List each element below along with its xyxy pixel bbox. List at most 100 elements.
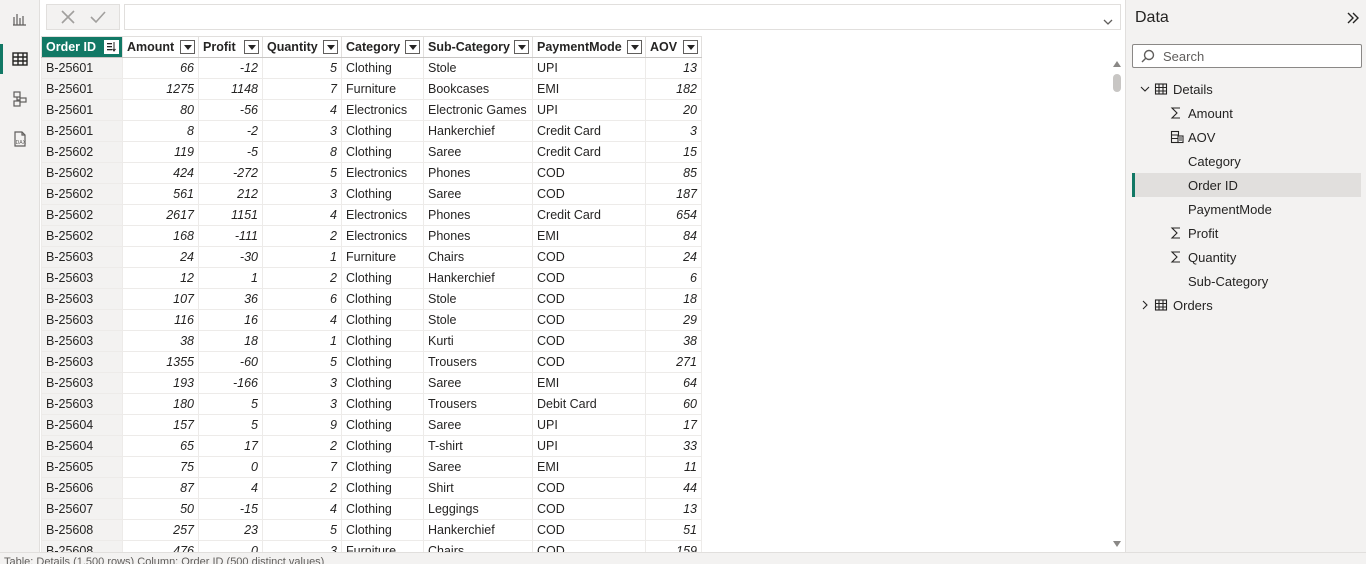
- cell-amount[interactable]: 193: [122, 372, 199, 394]
- cell-aov[interactable]: 60: [645, 393, 702, 415]
- cell-payment-mode[interactable]: COD: [532, 246, 646, 268]
- cell-category[interactable]: Clothing: [341, 288, 424, 310]
- cell-profit[interactable]: 1148: [198, 78, 263, 100]
- cell-amount[interactable]: 1275: [122, 78, 199, 100]
- cell-order-id[interactable]: B-25603: [41, 393, 123, 415]
- cell-order-id[interactable]: B-25603: [41, 246, 123, 268]
- table-row[interactable]: B-25602 119 -5 8 Clothing Saree Credit Card 15: [41, 141, 702, 163]
- tree-field-profit[interactable]: Profit: [1132, 221, 1361, 245]
- formula-bar[interactable]: [124, 4, 1121, 30]
- cell-category[interactable]: Clothing: [341, 351, 424, 373]
- cell-payment-mode[interactable]: Debit Card: [532, 393, 646, 415]
- table-row[interactable]: B-25602 561 212 3 Clothing Saree COD 187: [41, 183, 702, 205]
- cell-profit[interactable]: -56: [198, 99, 263, 121]
- filter-dropdown-icon[interactable]: [514, 40, 529, 54]
- cell-sub-category[interactable]: Hankerchief: [423, 267, 533, 289]
- cell-quantity[interactable]: 4: [262, 309, 342, 331]
- tree-field-amount[interactable]: Amount: [1132, 101, 1361, 125]
- cell-quantity[interactable]: 4: [262, 498, 342, 520]
- cell-profit[interactable]: 4: [198, 477, 263, 499]
- cell-category[interactable]: Electronics: [341, 162, 424, 184]
- filter-dropdown-icon[interactable]: [627, 40, 642, 54]
- cell-profit[interactable]: 212: [198, 183, 263, 205]
- cell-payment-mode[interactable]: EMI: [532, 225, 646, 247]
- cell-payment-mode[interactable]: UPI: [532, 414, 646, 436]
- cell-category[interactable]: Furniture: [341, 540, 424, 552]
- cell-order-id[interactable]: B-25602: [41, 204, 123, 226]
- cell-aov[interactable]: 11: [645, 456, 702, 478]
- cell-payment-mode[interactable]: COD: [532, 330, 646, 352]
- table-view-button[interactable]: [0, 40, 40, 78]
- cell-quantity[interactable]: 3: [262, 540, 342, 552]
- cell-quantity[interactable]: 1: [262, 330, 342, 352]
- cell-order-id[interactable]: B-25602: [41, 141, 123, 163]
- cell-order-id[interactable]: B-25606: [41, 477, 123, 499]
- cell-category[interactable]: Clothing: [341, 372, 424, 394]
- cell-sub-category[interactable]: Stole: [423, 57, 533, 79]
- column-header-sub-category[interactable]: Sub-Category: [423, 36, 533, 58]
- tree-field-quantity[interactable]: Quantity: [1132, 245, 1361, 269]
- cell-payment-mode[interactable]: COD: [532, 309, 646, 331]
- model-view-button[interactable]: [0, 80, 40, 118]
- table-row[interactable]: B-25603 107 36 6 Clothing Stole COD 18: [41, 288, 702, 310]
- cell-payment-mode[interactable]: COD: [532, 519, 646, 541]
- cell-profit[interactable]: -272: [198, 162, 263, 184]
- table-row[interactable]: B-25601 8 -2 3 Clothing Hankerchief Credit Car…: [41, 120, 702, 142]
- report-view-button[interactable]: [0, 0, 40, 38]
- cell-sub-category[interactable]: Stole: [423, 309, 533, 331]
- cell-amount[interactable]: 168: [122, 225, 199, 247]
- cell-order-id[interactable]: B-25601: [41, 99, 123, 121]
- cell-order-id[interactable]: B-25603: [41, 351, 123, 373]
- table-row[interactable]: B-25603 116 16 4 Clothing Stole COD 29: [41, 309, 702, 331]
- cell-order-id[interactable]: B-25603: [41, 372, 123, 394]
- tree-field-sub-category[interactable]: Sub-Category: [1132, 269, 1361, 293]
- cell-sub-category[interactable]: Saree: [423, 372, 533, 394]
- cell-order-id[interactable]: B-25601: [41, 78, 123, 100]
- table-row[interactable]: B-25606 87 4 2 Clothing Shirt COD 44: [41, 477, 702, 499]
- cell-order-id[interactable]: B-25607: [41, 498, 123, 520]
- scroll-up-icon[interactable]: [1111, 58, 1123, 70]
- cell-quantity[interactable]: 9: [262, 414, 342, 436]
- cell-amount[interactable]: 66: [122, 57, 199, 79]
- cell-order-id[interactable]: B-25602: [41, 162, 123, 184]
- tree-table-orders[interactable]: Orders: [1132, 293, 1361, 317]
- cell-amount[interactable]: 24: [122, 246, 199, 268]
- cell-category[interactable]: Electronics: [341, 204, 424, 226]
- cell-order-id[interactable]: B-25601: [41, 57, 123, 79]
- tree-field-category[interactable]: Category: [1132, 149, 1361, 173]
- cell-payment-mode[interactable]: COD: [532, 540, 646, 552]
- table-row[interactable]: B-25603 38 18 1 Clothing Kurti COD 38: [41, 330, 702, 352]
- cell-aov[interactable]: 182: [645, 78, 702, 100]
- cell-profit[interactable]: 1: [198, 267, 263, 289]
- commit-formula-icon[interactable]: [89, 9, 107, 25]
- cell-quantity[interactable]: 5: [262, 57, 342, 79]
- cell-aov[interactable]: 29: [645, 309, 702, 331]
- table-row[interactable]: B-25603 1355 -60 5 Clothing Trousers COD 271: [41, 351, 702, 373]
- cell-payment-mode[interactable]: Credit Card: [532, 204, 646, 226]
- table-row[interactable]: B-25608 476 0 3 Furniture Chairs COD 159: [41, 540, 702, 552]
- cell-amount[interactable]: 65: [122, 435, 199, 457]
- cell-sub-category[interactable]: Bookcases: [423, 78, 533, 100]
- cell-payment-mode[interactable]: COD: [532, 477, 646, 499]
- cell-profit[interactable]: 0: [198, 456, 263, 478]
- cell-category[interactable]: Electronics: [341, 99, 424, 121]
- cell-payment-mode[interactable]: EMI: [532, 456, 646, 478]
- cell-quantity[interactable]: 3: [262, 372, 342, 394]
- cell-profit[interactable]: -2: [198, 120, 263, 142]
- cell-category[interactable]: Clothing: [341, 120, 424, 142]
- cell-aov[interactable]: 15: [645, 141, 702, 163]
- cell-amount[interactable]: 38: [122, 330, 199, 352]
- cell-sub-category[interactable]: Electronic Games: [423, 99, 533, 121]
- cell-amount[interactable]: 180: [122, 393, 199, 415]
- data-search-box[interactable]: [1132, 44, 1362, 68]
- cell-profit[interactable]: -111: [198, 225, 263, 247]
- cell-amount[interactable]: 561: [122, 183, 199, 205]
- cell-sub-category[interactable]: Phones: [423, 225, 533, 247]
- column-header-amount[interactable]: Amount: [122, 36, 199, 58]
- cell-sub-category[interactable]: Trousers: [423, 393, 533, 415]
- cell-order-id[interactable]: B-25608: [41, 519, 123, 541]
- cell-payment-mode[interactable]: UPI: [532, 435, 646, 457]
- table-row[interactable]: B-25603 180 5 3 Clothing Trousers Debit Card 60: [41, 393, 702, 415]
- cell-category[interactable]: Clothing: [341, 267, 424, 289]
- cell-payment-mode[interactable]: Credit Card: [532, 141, 646, 163]
